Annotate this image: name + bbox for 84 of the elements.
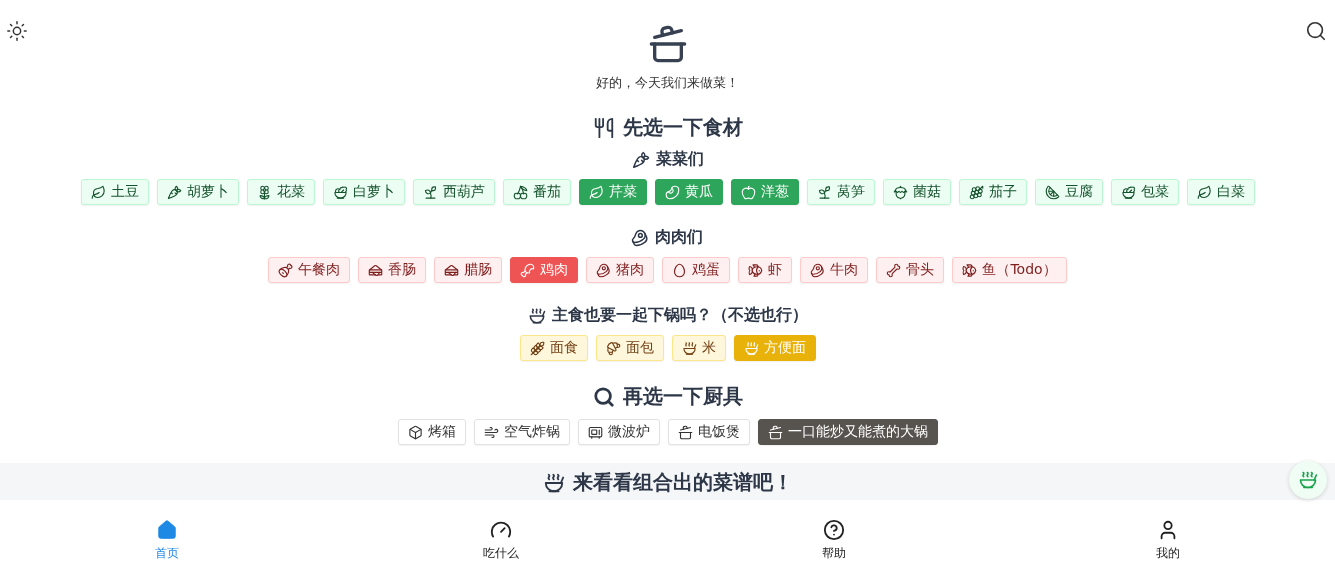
ingredient-chip[interactable]: 面食 xyxy=(519,335,588,361)
group-title: 肉肉们 xyxy=(655,227,704,248)
ingredient-chip[interactable]: 番茄 xyxy=(502,179,571,205)
ingredient-chip[interactable]: 微波炉 xyxy=(577,419,660,445)
ingredient-chip[interactable]: 米 xyxy=(671,335,726,361)
microwave-icon xyxy=(587,424,603,440)
sprout-icon xyxy=(816,184,832,200)
drumstick-icon xyxy=(520,262,536,278)
greeting-text: 好的，今天我们来做菜！ xyxy=(596,74,739,92)
group-title: 主食也要一起下锅吗？（不选也行） xyxy=(551,305,808,326)
cooker-icon xyxy=(677,424,693,440)
bowl-icon xyxy=(1298,470,1318,490)
ingredient-chip[interactable]: 烤箱 xyxy=(397,419,466,445)
ingredient-chip[interactable]: 莴笋 xyxy=(806,179,875,205)
ingredient-chip[interactable]: 电饭煲 xyxy=(667,419,750,445)
ingredient-chip[interactable]: 午餐肉 xyxy=(268,257,351,283)
search-icon xyxy=(1305,20,1327,42)
egg-icon xyxy=(672,262,688,278)
fish-icon xyxy=(962,262,978,278)
citrus-icon xyxy=(1044,184,1060,200)
bowl-icon xyxy=(542,471,565,494)
wheat-icon xyxy=(529,340,545,356)
nav-tab[interactable]: 吃什么 xyxy=(333,505,668,575)
ingredient-chip[interactable]: 猪肉 xyxy=(586,257,655,283)
nav-tab[interactable]: 我的 xyxy=(1001,505,1335,575)
sandwich-icon xyxy=(368,262,384,278)
noodle-bowl-icon xyxy=(743,340,759,356)
ingredient-chip[interactable]: 白萝卜 xyxy=(322,179,405,205)
ingredient-chip[interactable]: 花菜 xyxy=(246,179,315,205)
fish-icon xyxy=(748,262,764,278)
ingredient-chip[interactable]: 茄子 xyxy=(958,179,1027,205)
meat-icon xyxy=(596,262,612,278)
ingredient-chip[interactable]: 一口能炒又能煮的大锅 xyxy=(757,419,938,445)
sprout-icon xyxy=(422,184,438,200)
ingredient-chip[interactable]: 骨头 xyxy=(876,257,945,283)
ham-icon xyxy=(278,262,294,278)
nav-tab[interactable]: 首页 xyxy=(0,505,334,575)
bowl-icon xyxy=(681,340,697,356)
leaf-icon xyxy=(90,184,106,200)
salad-icon xyxy=(332,184,348,200)
theme-toggle-button[interactable] xyxy=(6,20,30,44)
sandwich-icon xyxy=(444,262,460,278)
home-icon xyxy=(155,518,178,541)
leaf-icon xyxy=(588,184,604,200)
apple-icon xyxy=(740,184,756,200)
bone-icon xyxy=(886,262,902,278)
utensils-icon xyxy=(592,116,615,139)
leaf-icon xyxy=(1196,184,1212,200)
ingredient-chip[interactable]: 豆腐 xyxy=(1034,179,1103,205)
ingredient-chip[interactable]: 牛肉 xyxy=(800,257,869,283)
ingredient-chip[interactable]: 空气炸锅 xyxy=(473,419,570,445)
nut-icon xyxy=(892,184,908,200)
carrot-icon xyxy=(166,184,182,200)
ingredient-chip[interactable]: 腊肠 xyxy=(434,257,503,283)
search-icon xyxy=(592,385,615,408)
carrot-icon xyxy=(631,150,650,169)
ingredient-chip[interactable]: 鱼（Todo） xyxy=(952,257,1067,283)
pot-icon xyxy=(647,24,688,64)
section-title: 来看看组合出的菜谱吧！ xyxy=(572,469,793,496)
bean-icon xyxy=(664,184,680,200)
pot-icon xyxy=(767,424,783,440)
nav-tab[interactable]: 帮助 xyxy=(667,505,1002,575)
ingredient-chip[interactable]: 虾 xyxy=(738,257,793,283)
ingredient-chip[interactable]: 菌菇 xyxy=(882,179,951,205)
salad-icon xyxy=(1120,184,1136,200)
cherry-icon xyxy=(512,184,528,200)
grape-icon xyxy=(968,184,984,200)
bowl-icon xyxy=(527,306,546,325)
ingredient-chip[interactable]: 土豆 xyxy=(80,179,149,205)
ingredient-chip[interactable]: 面包 xyxy=(595,335,664,361)
ingredient-chip[interactable]: 香肠 xyxy=(358,257,427,283)
ingredient-chip[interactable]: 胡萝卜 xyxy=(156,179,239,205)
section-title: 再选一下厨具 xyxy=(622,383,743,410)
group-title: 菜菜们 xyxy=(655,149,704,170)
ingredient-chip[interactable]: 包菜 xyxy=(1110,179,1179,205)
section-title: 先选一下食材 xyxy=(622,114,743,141)
meat-icon xyxy=(810,262,826,278)
ingredient-chip[interactable]: 白菜 xyxy=(1186,179,1255,205)
meat-icon xyxy=(631,228,650,247)
sun-icon xyxy=(6,20,28,42)
croissant-icon xyxy=(605,340,621,356)
help-icon xyxy=(823,518,846,541)
ingredient-chip[interactable]: 西葫芦 xyxy=(412,179,495,205)
ingredient-chip[interactable]: 鸡蛋 xyxy=(662,257,731,283)
